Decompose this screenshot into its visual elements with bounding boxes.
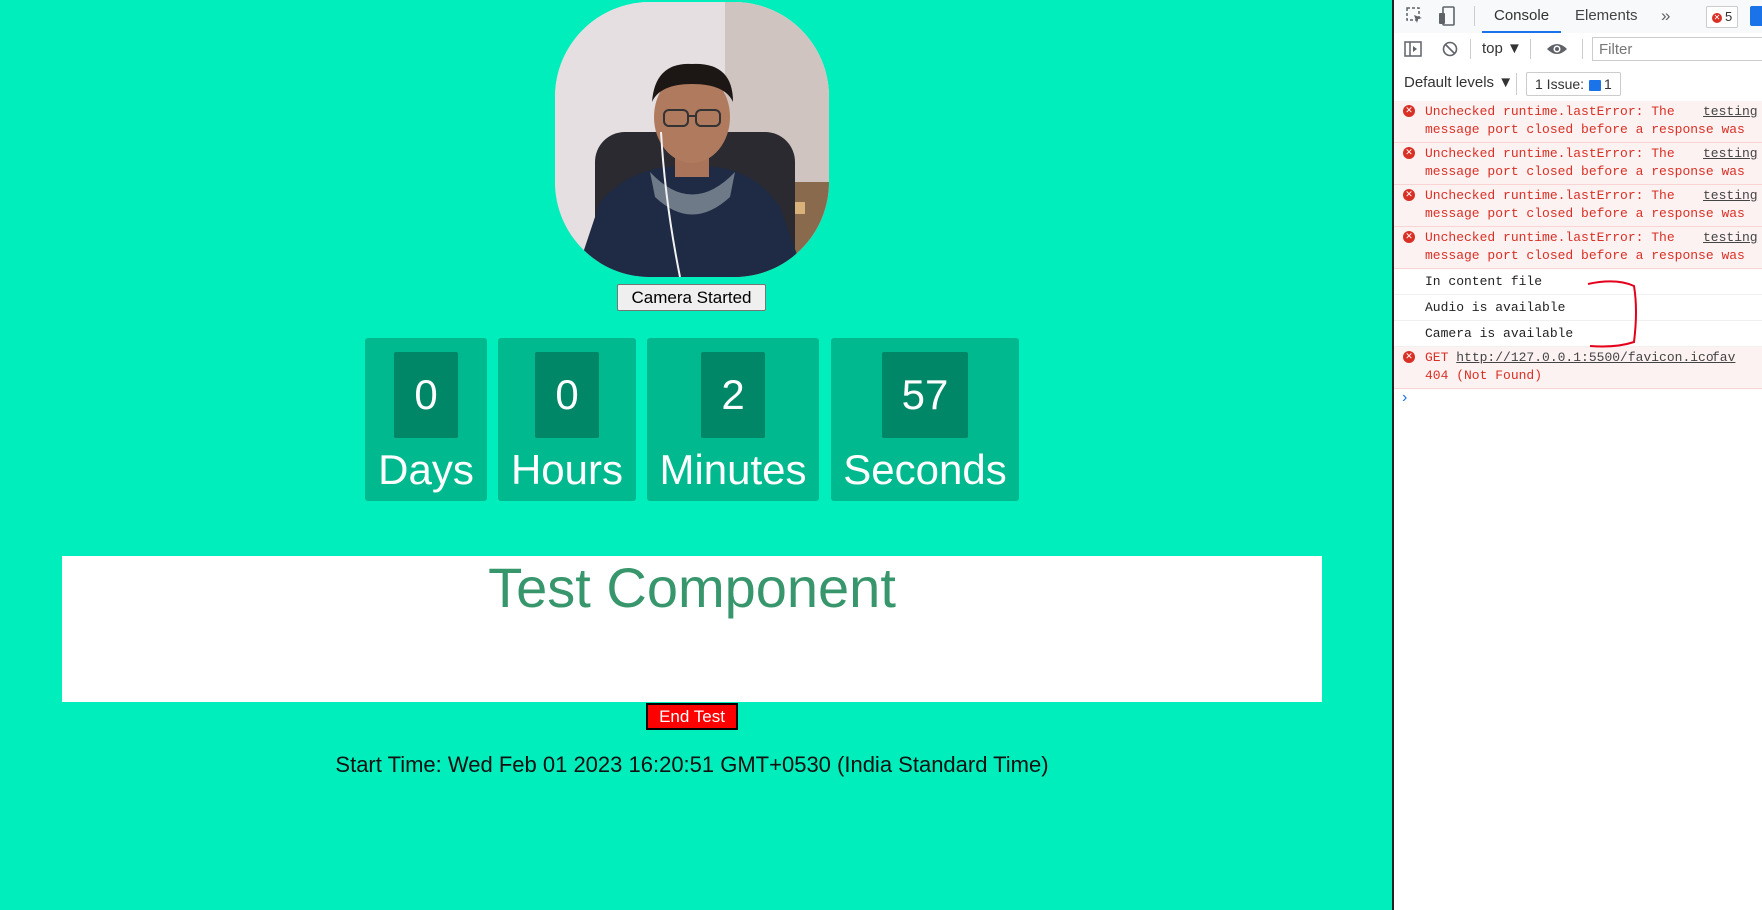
error-icon: ✕ bbox=[1712, 12, 1722, 23]
error-icon: ✕ bbox=[1403, 351, 1415, 363]
message-source-link[interactable]: testing bbox=[1703, 145, 1758, 163]
issues-label: 1 Issue: bbox=[1535, 76, 1585, 92]
request-method: GET bbox=[1425, 350, 1449, 365]
console-log-message: In content file bbox=[1394, 269, 1762, 295]
webcam-image bbox=[555, 2, 829, 277]
message-text: message port closed before a response wa… bbox=[1425, 164, 1745, 179]
start-time-value: Wed Feb 01 2023 16:20:51 GMT+0530 (India… bbox=[447, 752, 1049, 777]
error-count-badge[interactable]: ✕ 5 bbox=[1706, 6, 1739, 28]
console-log-message: Camera is available bbox=[1394, 321, 1762, 347]
timer-days: 0 Days bbox=[365, 338, 487, 501]
console-filter-input[interactable] bbox=[1592, 37, 1762, 61]
issues-button[interactable]: 1 Issue: 1 bbox=[1526, 72, 1621, 96]
console-error-message: ✕ Unchecked runtime.lastError: The messa… bbox=[1394, 101, 1762, 143]
console-filter-bar: top ▼ bbox=[1394, 33, 1762, 68]
timer-minutes: 2 Minutes bbox=[647, 338, 819, 501]
console-levels-bar: Default levels ▼ 1 Issue: 1 bbox=[1394, 67, 1762, 102]
error-icon: ✕ bbox=[1403, 147, 1415, 159]
console-prompt[interactable]: › bbox=[1394, 389, 1762, 413]
message-source-link[interactable]: fav bbox=[1712, 349, 1735, 367]
error-icon: ✕ bbox=[1403, 231, 1415, 243]
inspect-icon[interactable] bbox=[1406, 7, 1424, 29]
start-time: Start Time: Wed Feb 01 2023 16:20:51 GMT… bbox=[0, 752, 1384, 778]
test-title: Test Component bbox=[488, 556, 896, 619]
camera-status-button[interactable]: Camera Started bbox=[617, 284, 766, 311]
console-error-message: ✕ GET http://127.0.0.1:5500/favicon.ico … bbox=[1394, 347, 1762, 389]
console-error-message: ✕ Unchecked runtime.lastError: The messa… bbox=[1394, 227, 1762, 269]
error-icon: ✕ bbox=[1403, 189, 1415, 201]
timer-seconds-value: 57 bbox=[882, 352, 968, 438]
error-count: 5 bbox=[1725, 9, 1733, 24]
eye-icon[interactable] bbox=[1546, 41, 1568, 61]
devtools-panel: Console Elements » ✕5 top ▼ Default leve… bbox=[1392, 0, 1762, 910]
timer-seconds-label: Seconds bbox=[843, 446, 1007, 493]
log-levels-label: Default levels bbox=[1404, 74, 1495, 91]
devtools-toolbar: Console Elements » ✕ 5 bbox=[1394, 0, 1762, 34]
end-test-button[interactable]: End Test bbox=[646, 703, 738, 730]
timer-minutes-label: Minutes bbox=[659, 446, 807, 493]
web-page: Camera Started 0 Days 0 Hours 2 Minutes … bbox=[0, 0, 1392, 910]
timer-hours-label: Hours bbox=[510, 446, 624, 493]
timer-hours: 0 Hours bbox=[498, 338, 636, 501]
message-text: 404 (Not Found) bbox=[1425, 368, 1543, 383]
timer-days-label: Days bbox=[378, 446, 474, 493]
tab-elements[interactable]: Elements bbox=[1575, 7, 1638, 24]
context-value: top bbox=[1482, 40, 1503, 57]
timer-minutes-value: 2 bbox=[701, 352, 765, 438]
sidebar-icon[interactable] bbox=[1404, 41, 1422, 61]
timer-seconds: 57 Seconds bbox=[831, 338, 1019, 501]
prompt-chevron-icon: › bbox=[1402, 389, 1408, 406]
message-text: message port closed before a response wa… bbox=[1425, 122, 1745, 137]
error-icon: ✕ bbox=[1403, 105, 1415, 117]
console-messages: ✕ Unchecked runtime.lastError: The messa… bbox=[1394, 101, 1762, 413]
webcam-video bbox=[555, 2, 829, 277]
tab-console[interactable]: Console bbox=[1481, 7, 1562, 33]
message-text: message port closed before a response wa… bbox=[1425, 206, 1745, 221]
message-source-link[interactable]: testing bbox=[1703, 187, 1758, 205]
context-select[interactable]: top ▼ bbox=[1482, 40, 1522, 57]
request-url-link[interactable]: http://127.0.0.1:5500/favicon.ico bbox=[1456, 350, 1713, 365]
message-source-link[interactable]: testing bbox=[1703, 103, 1758, 121]
console-error-message: ✕ Unchecked runtime.lastError: The messa… bbox=[1394, 143, 1762, 185]
start-time-label: Start Time: bbox=[335, 752, 442, 777]
timer-days-value: 0 bbox=[394, 352, 458, 438]
log-levels-dropdown[interactable]: Default levels ▼ bbox=[1404, 74, 1513, 91]
timer-hours-value: 0 bbox=[535, 352, 599, 438]
chat-icon bbox=[1589, 79, 1602, 91]
clear-icon[interactable] bbox=[1442, 41, 1458, 61]
device-toggle-icon[interactable] bbox=[1438, 6, 1456, 30]
handwritten-bracket-annotation bbox=[1587, 280, 1637, 348]
console-log-message: Audio is available bbox=[1394, 295, 1762, 321]
console-error-message: ✕ Unchecked runtime.lastError: The messa… bbox=[1394, 185, 1762, 227]
issues-count: 1 bbox=[1604, 76, 1612, 92]
chevrons-right-icon[interactable]: » bbox=[1661, 6, 1670, 26]
message-source-link[interactable]: testing bbox=[1703, 229, 1758, 247]
test-component-panel: Test Component bbox=[62, 556, 1322, 702]
chat-icon[interactable] bbox=[1750, 6, 1762, 26]
message-text: message port closed before a response wa… bbox=[1425, 248, 1745, 263]
